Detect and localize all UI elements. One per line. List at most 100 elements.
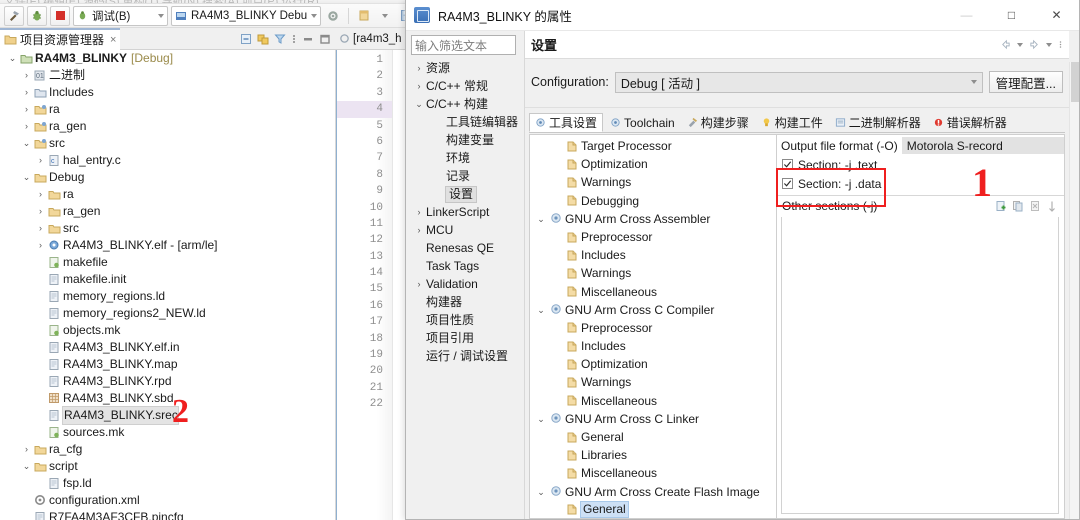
collapse-all-icon[interactable] xyxy=(240,33,252,45)
tool-tree-item[interactable]: Preprocessor xyxy=(530,319,776,337)
tool-tree-twisty[interactable]: ⌄ xyxy=(534,301,548,319)
tree-item[interactable]: RA4M3_BLINKY.rpd xyxy=(0,373,335,390)
tool-tree-item[interactable]: Debugging xyxy=(530,192,776,210)
new-wizard-button[interactable] xyxy=(355,7,373,25)
tree-item[interactable]: ⌄ script xyxy=(0,458,335,475)
build-hammer-button[interactable] xyxy=(4,5,24,26)
tool-tree-twisty[interactable]: ⌄ xyxy=(534,483,548,501)
launch-settings-gear-button[interactable] xyxy=(324,7,342,25)
tab-6[interactable]: 错误解析器 xyxy=(928,113,1012,132)
tree-twisty[interactable]: ⌄ xyxy=(6,50,19,67)
dialog-nav-item[interactable]: 项目引用 xyxy=(411,329,519,347)
tool-tree-item[interactable]: Miscellaneous xyxy=(530,464,776,482)
nav-twisty[interactable]: › xyxy=(413,275,425,293)
nav-twisty[interactable]: › xyxy=(413,203,425,221)
tree-twisty[interactable]: › xyxy=(20,101,33,118)
delete-icon[interactable] xyxy=(1029,200,1041,212)
tool-tree-item[interactable]: Preprocessor xyxy=(530,228,776,246)
tab-3[interactable]: 构建步骤 xyxy=(682,113,754,132)
tool-tree-item[interactable]: ⌄ GNU Arm Cross C Linker xyxy=(530,410,776,428)
tree-item[interactable]: › c hal_entry.c xyxy=(0,152,335,169)
configuration-combo[interactable]: Debug [ 活动 ] xyxy=(614,71,983,93)
dialog-nav-item[interactable]: Task Tags xyxy=(411,257,519,275)
tree-item[interactable]: RA4M3_BLINKY.map xyxy=(0,356,335,373)
dialog-nav-item[interactable]: 构建器 xyxy=(411,293,519,311)
link-with-editor-icon[interactable] xyxy=(257,33,269,45)
add-icon[interactable] xyxy=(995,200,1007,212)
tool-tree-twisty[interactable]: ⌄ xyxy=(534,210,548,228)
tool-tree-item[interactable]: Warnings xyxy=(530,264,776,282)
dialog-nav-item[interactable]: 构建变量 xyxy=(411,131,519,149)
output-file-format-combo[interactable]: Motorola S-record xyxy=(901,137,1064,154)
move-icon[interactable] xyxy=(1046,200,1058,212)
dialog-vertical-scrollbar[interactable] xyxy=(1069,62,1079,519)
tool-tree-item[interactable]: Warnings xyxy=(530,373,776,391)
scrollbar-thumb[interactable] xyxy=(1071,62,1079,102)
tree-twisty[interactable]: › xyxy=(34,220,47,237)
pane-menu-icon[interactable] xyxy=(1058,39,1063,50)
tree-item[interactable]: › ra_cfg xyxy=(0,441,335,458)
tree-item[interactable]: › ra_gen xyxy=(0,118,335,135)
forward-history-dropdown-icon[interactable] xyxy=(1046,42,1052,47)
dialog-title-bar[interactable]: RA4M3_BLINKY 的属性 — □ ✕ xyxy=(406,0,1079,31)
chevron-down-icon[interactable] xyxy=(311,13,317,18)
nav-twisty[interactable]: ⌄ xyxy=(413,95,425,113)
filter-input[interactable]: 输入筛选文本 xyxy=(411,35,516,55)
terminate-button[interactable] xyxy=(50,5,70,26)
tree-item[interactable]: ⌄ Debug xyxy=(0,169,335,186)
tree-twisty[interactable]: › xyxy=(34,152,47,169)
tree-twisty[interactable]: › xyxy=(20,118,33,135)
tree-twisty[interactable]: ⌄ xyxy=(20,458,33,475)
minimize-button[interactable]: — xyxy=(944,0,989,31)
dialog-nav-item[interactable]: 记录 xyxy=(411,167,519,185)
tab-1[interactable]: 工具设置 xyxy=(529,113,604,132)
tool-tree-item[interactable]: Includes xyxy=(530,246,776,264)
dialog-nav-item[interactable]: › LinkerScript xyxy=(411,203,519,221)
tree-item[interactable]: makefile.init xyxy=(0,271,335,288)
tree-twisty[interactable]: ⌄ xyxy=(20,135,33,152)
tree-item[interactable]: R7FA4M3AF3CFB.pincfg xyxy=(0,509,335,520)
launch-mode-combo[interactable]: 调试(B) xyxy=(73,5,168,26)
tree-item[interactable]: › ra xyxy=(0,186,335,203)
tree-item[interactable]: › RA4M3_BLINKY.elf - [arm/le] xyxy=(0,237,335,254)
close-icon[interactable]: × xyxy=(110,34,116,46)
nav-twisty[interactable]: › xyxy=(413,77,425,95)
tree-item[interactable]: memory_regions.ld xyxy=(0,288,335,305)
tree-item[interactable]: › ra xyxy=(0,101,335,118)
nav-twisty[interactable]: › xyxy=(413,59,425,77)
tree-item[interactable]: › 01 二进制 xyxy=(0,67,335,84)
tree-item[interactable]: ⌄ src xyxy=(0,135,335,152)
tree-item[interactable]: objects.mk xyxy=(0,322,335,339)
tab-2[interactable]: Toolchain xyxy=(605,113,680,132)
forward-history-icon[interactable] xyxy=(1029,39,1040,50)
dialog-nav-item[interactable]: 运行 / 调试设置 xyxy=(411,347,519,365)
view-menu-icon[interactable] xyxy=(291,33,297,45)
back-history-dropdown-icon[interactable] xyxy=(1017,42,1023,47)
tree-twisty[interactable]: ⌄ xyxy=(20,169,33,186)
tree-item[interactable]: configuration.xml xyxy=(0,492,335,509)
tree-item[interactable]: fsp.ld xyxy=(0,475,335,492)
tool-tree-twisty[interactable]: ⌄ xyxy=(534,410,548,428)
editor-tab-label[interactable]: [ra4m3_h xyxy=(353,33,402,45)
dialog-nav-item[interactable]: › C/C++ 常规 xyxy=(411,77,519,95)
editor-area[interactable]: 1 2 3 4 5 6 7 8 9 10 11 12 13 14 15 16 17 18 19 20 21 22 xyxy=(336,50,405,520)
tool-tree-item[interactable]: Optimization xyxy=(530,155,776,173)
minimize-view-icon[interactable] xyxy=(302,33,314,45)
tool-tree-item[interactable]: ⌄ GNU Arm Cross Assembler xyxy=(530,210,776,228)
launch-config-combo[interactable]: RA4M3_BLINKY Debu xyxy=(171,5,321,26)
duplicate-icon[interactable] xyxy=(1012,200,1024,212)
tool-tree-item[interactable]: Includes xyxy=(530,337,776,355)
tool-tree-item[interactable]: Target Processor xyxy=(530,137,776,155)
tree-item[interactable]: makefile xyxy=(0,254,335,271)
dialog-nav-item[interactable]: ⌄ C/C++ 构建 xyxy=(411,95,519,113)
tool-tree-item[interactable]: Miscellaneous xyxy=(530,392,776,410)
tree-twisty[interactable]: › xyxy=(20,67,33,84)
dialog-nav-item[interactable]: 环境 xyxy=(411,149,519,167)
tree-twisty[interactable]: › xyxy=(34,186,47,203)
tree-item[interactable]: RA4M3_BLINKY.sbd xyxy=(0,390,335,407)
dialog-nav-item[interactable]: 设置 xyxy=(411,185,519,203)
tool-tree-item[interactable]: Libraries xyxy=(530,446,776,464)
tree-twisty[interactable]: › xyxy=(34,237,47,254)
tool-tree-item[interactable]: ⌄ GNU Arm Cross C Compiler xyxy=(530,301,776,319)
view-filter-icon[interactable] xyxy=(274,33,286,45)
